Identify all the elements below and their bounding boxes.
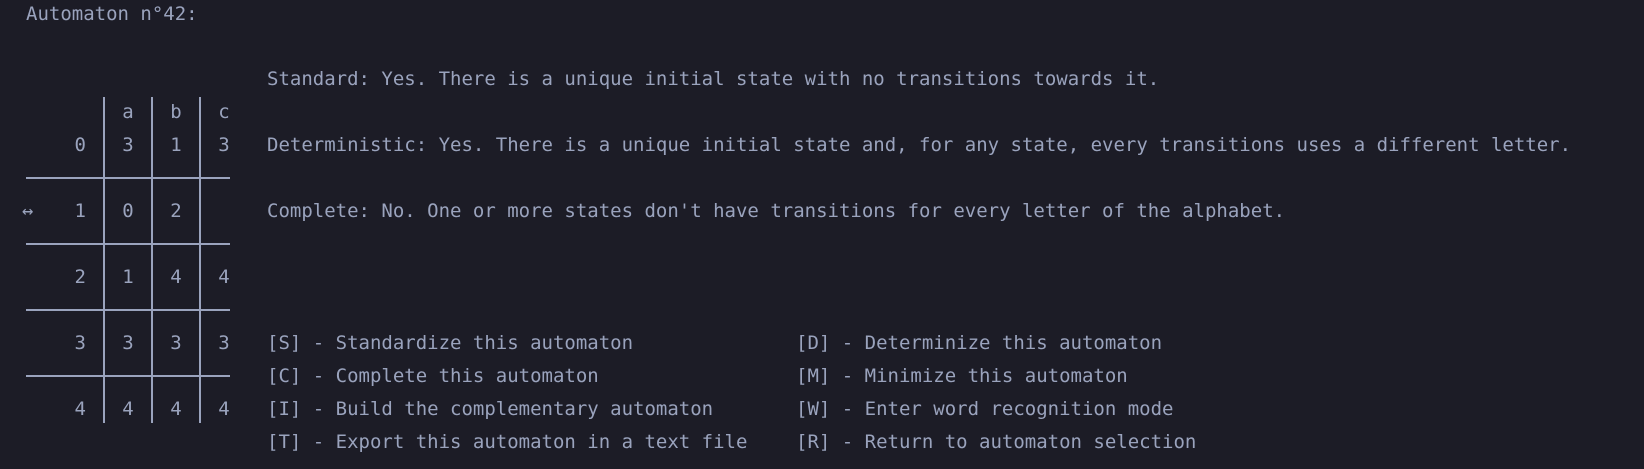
state-label: 4 xyxy=(74,398,86,420)
state-label: 2 xyxy=(74,266,86,288)
transition-cell: 4 xyxy=(218,266,230,288)
transition-cell: 4 xyxy=(218,398,230,420)
state-label: 0 xyxy=(74,134,86,156)
return-command[interactable]: [R] - Return to automaton selection xyxy=(796,433,1196,452)
transition-cell: 3 xyxy=(218,332,230,354)
transition-cell: 3 xyxy=(122,332,134,354)
standard-property: Standard: Yes. There is a unique initial… xyxy=(267,68,1160,90)
column-header-b: b xyxy=(170,101,182,123)
row-separator xyxy=(26,309,230,311)
transition-cell: 4 xyxy=(170,266,182,288)
row-separator xyxy=(26,375,230,377)
column-header-a: a xyxy=(122,101,134,123)
transition-cell: 4 xyxy=(122,398,134,420)
minimize-command[interactable]: [M] - Minimize this automaton xyxy=(796,367,1128,386)
transition-cell: 4 xyxy=(170,398,182,420)
initial-final-marker-icon: ↔ xyxy=(22,200,34,222)
state-label: 3 xyxy=(74,332,86,354)
complete-command[interactable]: [C] - Complete this automaton xyxy=(267,367,599,386)
transition-cell: 2 xyxy=(170,200,182,222)
complementary-command[interactable]: [I] - Build the complementary automaton xyxy=(267,400,713,419)
transition-cell: 1 xyxy=(122,266,134,288)
row-separator xyxy=(26,177,230,179)
deterministic-property: Deterministic: Yes. There is a unique in… xyxy=(267,134,1572,156)
word-recognition-command[interactable]: [W] - Enter word recognition mode xyxy=(796,400,1174,419)
automaton-title: Automaton n°42: xyxy=(26,3,198,25)
determinize-command[interactable]: [D] - Determinize this automaton xyxy=(796,334,1162,353)
column-header-c: c xyxy=(218,101,230,123)
export-command[interactable]: [T] - Export this automaton in a text fi… xyxy=(267,433,747,452)
complete-property: Complete: No. One or more states don't h… xyxy=(267,200,1286,222)
transition-cell: 3 xyxy=(122,134,134,156)
transition-cell: 3 xyxy=(218,134,230,156)
standardize-command[interactable]: [S] - Standardize this automaton xyxy=(267,334,633,353)
row-separator xyxy=(26,243,230,245)
state-label: 1 xyxy=(74,200,86,222)
transition-cell: 3 xyxy=(170,332,182,354)
transition-cell: 1 xyxy=(170,134,182,156)
transition-cell: 0 xyxy=(122,200,134,222)
